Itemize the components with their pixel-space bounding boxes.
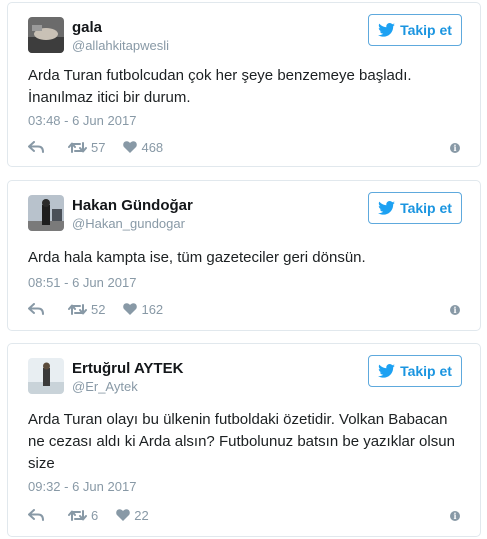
timestamp[interactable]: 08:51 - 6 Jun 2017 — [28, 275, 136, 290]
like-count: 22 — [134, 507, 149, 523]
follow-button-label: Takip et — [400, 200, 452, 216]
retweet-count: 57 — [91, 139, 106, 155]
retweet-button[interactable]: 57 — [68, 140, 105, 155]
retweet-count: 6 — [91, 507, 99, 523]
reply-icon — [28, 141, 44, 153]
display-name[interactable]: gala — [72, 19, 102, 36]
twitter-bird-icon — [378, 364, 395, 378]
retweet-button[interactable]: 6 — [68, 508, 98, 523]
user-handle[interactable]: @allahkitapwesli — [72, 38, 169, 53]
avatar[interactable] — [28, 358, 64, 394]
reply-button[interactable] — [28, 303, 44, 315]
like-button[interactable]: 468 — [123, 140, 163, 155]
tweet-text: Arda Turan olayı bu ülkenin futboldaki ö… — [28, 411, 455, 472]
avatar[interactable] — [28, 17, 64, 53]
avatar[interactable] — [28, 195, 64, 231]
reply-icon — [28, 303, 44, 315]
follow-button[interactable]: Takip et — [368, 355, 462, 387]
retweet-icon — [68, 509, 87, 521]
tweet-actions: 57 468 — [28, 138, 163, 156]
reply-icon — [28, 509, 44, 521]
user-handle[interactable]: @Er_Aytek — [72, 379, 138, 394]
display-name[interactable]: Ertuğrul AYTEK — [72, 360, 183, 377]
follow-button[interactable]: Takip et — [368, 14, 462, 46]
tweet-card: Ertuğrul AYTEK @Er_Aytek Takip et Arda T… — [7, 343, 481, 537]
timestamp[interactable]: 09:32 - 6 Jun 2017 — [28, 479, 136, 494]
retweet-icon — [68, 141, 87, 153]
info-icon[interactable]: i — [450, 305, 460, 315]
display-name[interactable]: Hakan Gündoğar — [72, 197, 193, 214]
timestamp[interactable]: 03:48 - 6 Jun 2017 — [28, 113, 136, 128]
heart-icon — [123, 141, 138, 153]
twitter-bird-icon — [378, 201, 395, 215]
tweet-text: Arda hala kampta ise, tüm gazeteciler ge… — [28, 249, 366, 266]
tweet-actions: 6 22 — [28, 506, 149, 524]
tweet-card: gala @allahkitapwesli Takip et Arda Tura… — [7, 2, 481, 167]
like-count: 162 — [141, 301, 164, 317]
tweet-text: Arda Turan futbolcudan çok her şeye benz… — [28, 67, 412, 106]
retweet-count: 52 — [91, 301, 106, 317]
follow-button-label: Takip et — [400, 22, 452, 38]
tweet-card: Hakan Gündoğar @Hakan_gundogar Takip et … — [7, 180, 481, 331]
retweet-button[interactable]: 52 — [68, 302, 105, 317]
heart-icon — [116, 509, 131, 521]
follow-button[interactable]: Takip et — [368, 192, 462, 224]
follow-button-label: Takip et — [400, 363, 452, 379]
user-handle[interactable]: @Hakan_gundogar — [72, 216, 185, 231]
like-button[interactable]: 22 — [116, 507, 149, 523]
reply-button[interactable] — [28, 509, 44, 521]
like-button[interactable]: 162 — [123, 302, 163, 317]
tweet-actions: 52 162 — [28, 300, 163, 318]
retweet-icon — [68, 303, 87, 315]
like-count: 468 — [141, 139, 164, 155]
info-icon[interactable]: i — [450, 143, 460, 153]
reply-button[interactable] — [28, 141, 44, 153]
heart-icon — [123, 303, 138, 315]
info-icon[interactable]: i — [450, 511, 460, 521]
twitter-bird-icon — [378, 23, 395, 37]
